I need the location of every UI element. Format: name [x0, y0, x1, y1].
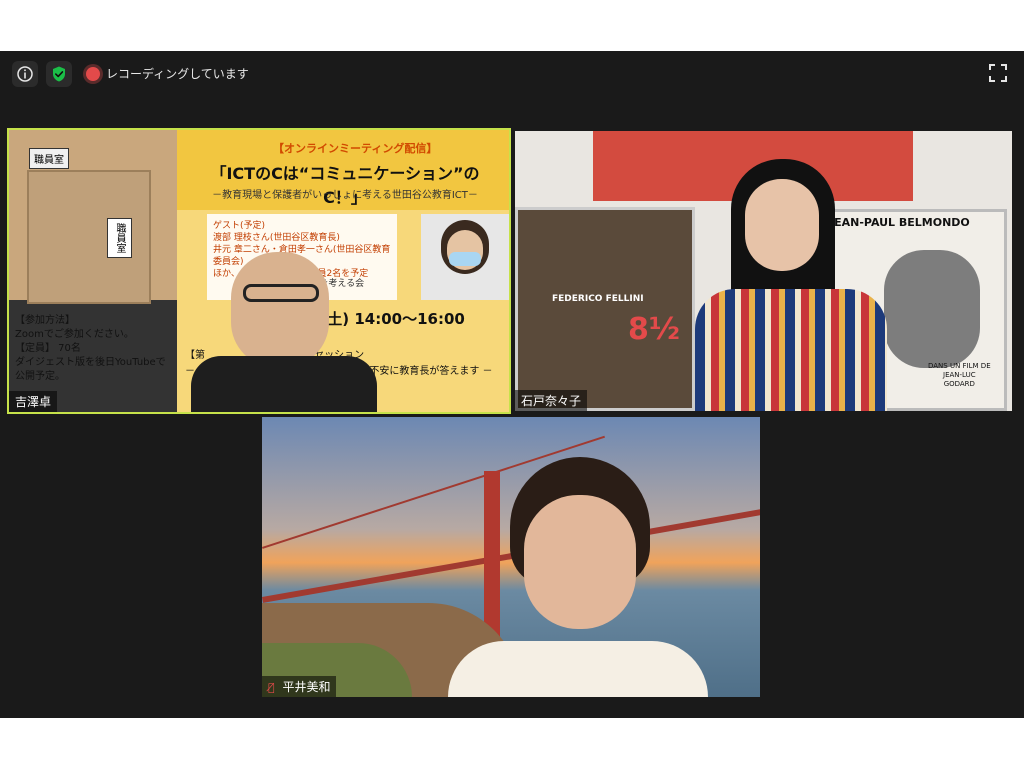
face [524, 495, 636, 629]
poster-belmondo-face [884, 250, 980, 368]
participant-name: 石戸奈々子 [515, 390, 588, 411]
video-tile-yoshizawa[interactable]: 職員室 職員室 【オンラインミーティング配信】 「ICTのCは“コミュニケーショ… [7, 128, 511, 414]
participant-yoshizawa [191, 248, 377, 412]
credit-line: JEAN-LUC [943, 371, 976, 379]
info-line: 【定員】 70名 [15, 343, 81, 354]
participant-name: 吉澤卓 [9, 391, 58, 412]
head [231, 252, 329, 368]
glasses [243, 284, 319, 302]
poster-fellini: FEDERICO FELLINI 8½ [515, 207, 695, 411]
meeting-toolbar: レコーディングしています [0, 51, 1024, 95]
striped-dress [695, 289, 887, 411]
participant-name: 平井美和 [282, 680, 331, 694]
guest-line: ゲスト(予定) [213, 221, 266, 231]
recording-dot-icon [86, 66, 100, 81]
poster-fellini-title: 8½ [628, 312, 680, 347]
info-line: Zoomでご参加ください。 [15, 329, 134, 340]
info-icon [17, 66, 33, 82]
info-icon[interactable] [12, 61, 38, 87]
video-tile-hirai[interactable]: 🎙̸ 平井美和 [262, 417, 760, 697]
room-sign-door: 職員室 [107, 218, 132, 258]
guest-line: 渡部 理枝さん(世田谷区教育長) [213, 233, 340, 243]
slide-tag: 【オンラインミーティング配信】 [273, 142, 438, 155]
recording-label: レコーディングしています [106, 67, 249, 81]
fullscreen-icon [989, 64, 1007, 82]
info-line: ダイジェスト版を後日YouTubeで公開予定。 [15, 357, 166, 382]
participant-hirai [438, 457, 708, 697]
video-tile-ishido[interactable]: FEDERICO FELLINI 8½ JEAN-PAUL BELMONDO D… [515, 131, 1012, 411]
info-line: 【参加方法】 [15, 315, 75, 326]
fullscreen-button[interactable] [988, 63, 1008, 83]
door [27, 170, 151, 304]
slide-info: 【参加方法】 Zoomでご参加ください。 【定員】 70名 ダイジェスト版を後日… [15, 314, 175, 384]
recording-indicator: レコーディングしています [86, 65, 249, 82]
zoom-meeting-window: レコーディングしています 職員室 職員室 【オンラインミーティング配信】 「IC… [0, 51, 1024, 718]
participant-ishido [691, 159, 891, 411]
shield-check-icon [53, 66, 65, 82]
room-sign-top: 職員室 [29, 148, 69, 169]
top [448, 641, 708, 697]
mask [449, 252, 481, 266]
slide-subtitle: －教育現場と保護者がいっしょに考える世田谷公教育ICT－ [212, 190, 478, 201]
credit-line: GODARD [943, 380, 975, 388]
shirt [191, 356, 377, 412]
security-button[interactable] [46, 61, 72, 87]
credit-line: DANS UN FILM DE [928, 362, 991, 370]
mask-woman-photo [421, 214, 509, 300]
poster-belmondo-credit: DANS UN FILM DE JEAN-LUC GODARD [928, 362, 991, 389]
face [745, 179, 819, 271]
mic-muted-icon: 🎙̸ [268, 681, 275, 694]
participant-name-bar: 🎙̸ 平井美和 [262, 676, 337, 697]
poster-fellini-text: FEDERICO FELLINI [552, 294, 644, 304]
